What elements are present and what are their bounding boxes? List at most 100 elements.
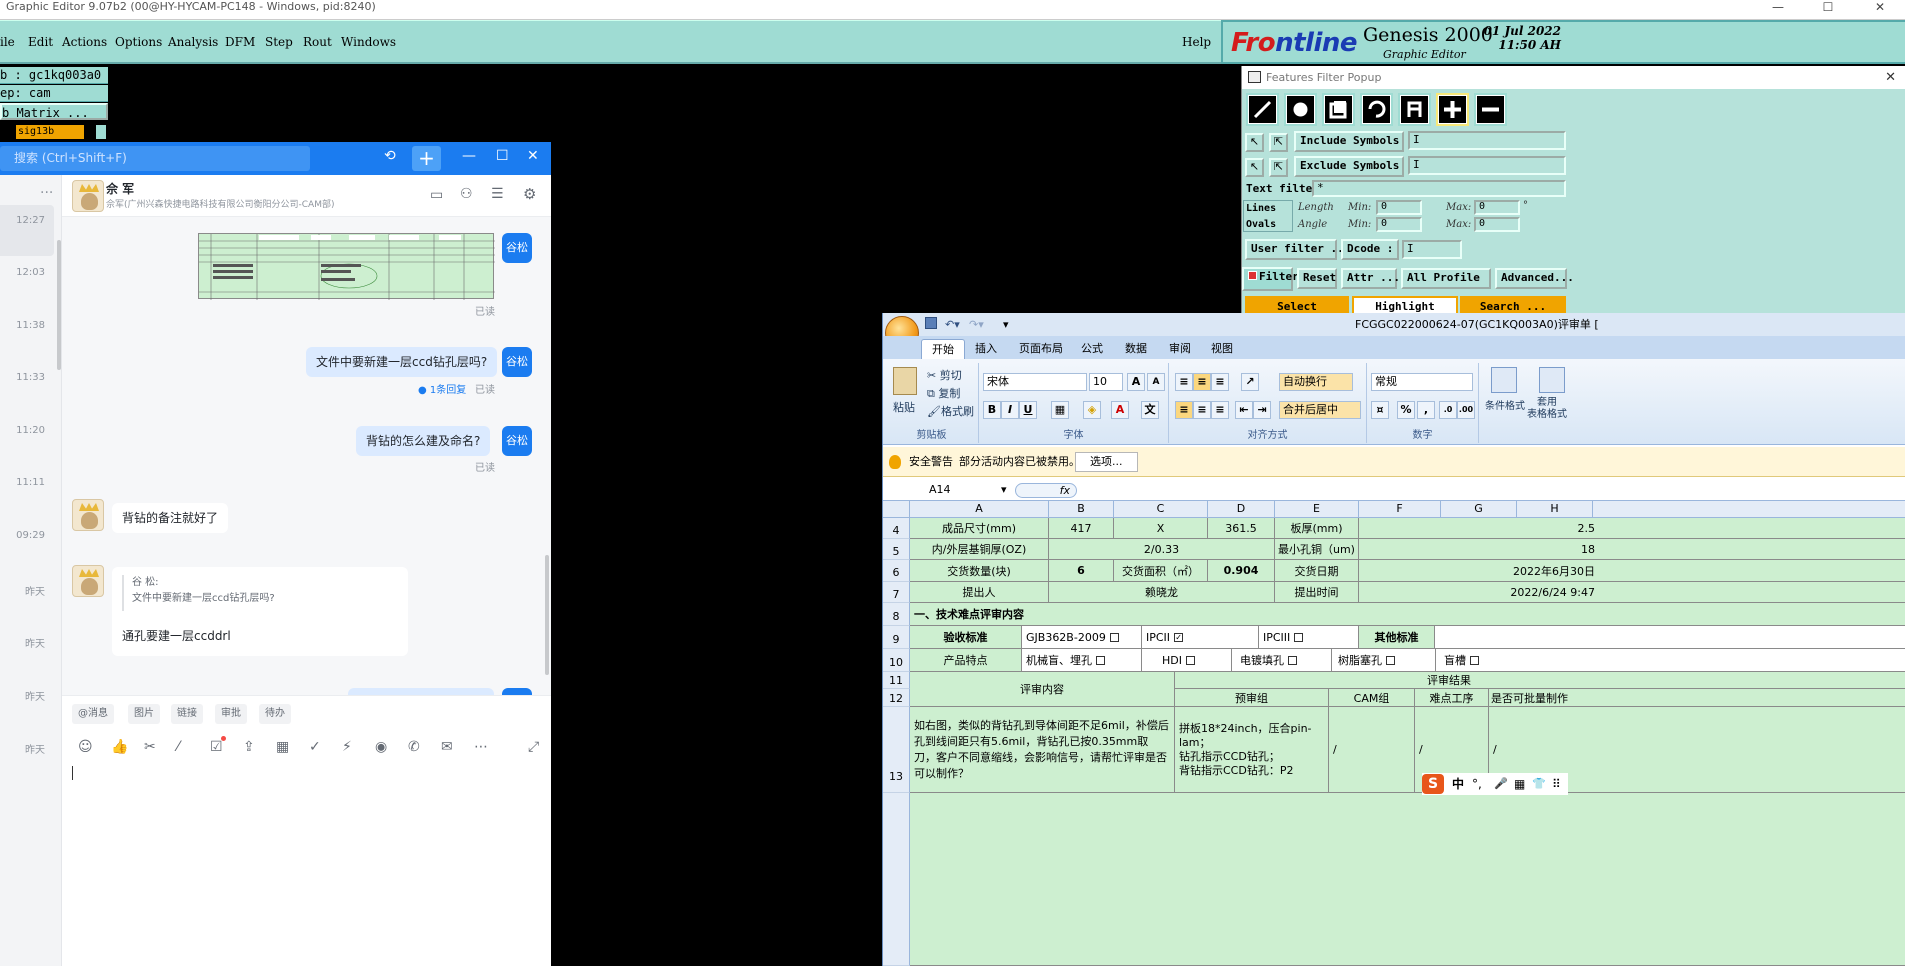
align-center-icon[interactable]: ≡ — [1193, 401, 1211, 419]
menu-actions[interactable]: Actions — [62, 35, 107, 49]
expand-icon[interactable]: ⤢ — [528, 739, 539, 755]
min-length-input[interactable]: 0 — [1376, 200, 1422, 215]
message-bubble[interactable]: 背钻的怎么建及命名? — [356, 426, 491, 456]
length-checkbox[interactable]: Length — [1298, 202, 1334, 213]
row-header[interactable]: 6 — [883, 560, 910, 582]
checkbox-cell[interactable]: 树脂塞孔 — [1332, 649, 1436, 672]
slash-command-icon[interactable]: ⁄ — [177, 739, 179, 755]
quick-tag[interactable]: 图片 — [128, 704, 160, 724]
tab-review[interactable]: 审阅 — [1159, 339, 1201, 359]
folder-icon[interactable]: ▭ — [430, 187, 443, 203]
cell[interactable]: 内/外层基铜厚(OZ) — [910, 539, 1049, 560]
section-heading-cell[interactable]: 一、技术难点评审内容 — [910, 603, 1905, 626]
cell[interactable]: 验收标准 — [910, 626, 1022, 649]
cell[interactable]: 交货日期 — [1275, 560, 1359, 582]
cell[interactable]: 预审组 — [1175, 689, 1329, 707]
minimize-button[interactable]: — — [1758, 0, 1798, 18]
cell[interactable]: 评审结果 — [1175, 672, 1905, 689]
cell[interactable]: 其他标准 — [1359, 626, 1435, 649]
cell[interactable]: 如右图，类似的背钻孔到导体间距不足6mil，补偿后孔到线间距只有5.6mil，背… — [910, 707, 1175, 793]
options-button[interactable]: 选项... — [1075, 452, 1138, 472]
text-tool-icon[interactable] — [1398, 93, 1431, 126]
tab-formulas[interactable]: 公式 — [1071, 339, 1113, 359]
quoted-message[interactable]: 谷 松: 文件中要新建一层ccd钻孔层吗? 通孔要建一层ccddrl — [112, 567, 408, 656]
line-tool-icon[interactable] — [1246, 93, 1279, 126]
tab-view[interactable]: 视图 — [1201, 339, 1243, 359]
copy-button[interactable]: ⧉ 复制 — [927, 385, 960, 401]
pad-tool-icon[interactable] — [1284, 93, 1317, 126]
cut-button[interactable]: ✂ 剪切 — [927, 367, 962, 383]
font-name-select[interactable]: 宋体 — [983, 373, 1087, 391]
list-scrollbar[interactable] — [57, 240, 61, 370]
comma-button[interactable]: , — [1417, 401, 1435, 419]
align-top-icon[interactable]: ≡ — [1175, 373, 1193, 391]
underline-button[interactable]: U — [1019, 401, 1037, 419]
quick-tag[interactable]: 链接 — [171, 704, 203, 724]
column-header[interactable]: D — [1208, 501, 1275, 518]
column-header[interactable]: A — [910, 501, 1049, 518]
filter-toggle[interactable]: Filter — [1242, 267, 1299, 291]
wrap-text-button[interactable]: 自动换行 — [1279, 373, 1353, 391]
menu-edit[interactable]: Edit — [28, 35, 53, 49]
checkbox-cell[interactable]: 电镀填孔 — [1232, 649, 1332, 672]
column-header[interactable]: H — [1517, 501, 1593, 518]
cell[interactable]: 提出人 — [910, 582, 1049, 603]
my-avatar[interactable]: 谷松 — [502, 426, 532, 456]
more-icon[interactable]: ··· — [40, 185, 53, 201]
fx-button[interactable]: fx — [1015, 483, 1077, 498]
checkbox-cell[interactable]: GJB362B-2009 — [1022, 626, 1142, 649]
align-right-icon[interactable]: ≡ — [1211, 401, 1229, 419]
menu-windows[interactable]: Windows — [341, 35, 396, 49]
task-icon[interactable]: ☑ — [210, 736, 226, 755]
exclude-arrow-icon[interactable]: ↖ — [1245, 158, 1264, 177]
include-symbols-input[interactable]: I — [1408, 131, 1566, 150]
cell[interactable]: 0.904 — [1208, 560, 1275, 582]
row-header[interactable]: 4 — [883, 518, 910, 539]
shrink-font-icon[interactable]: A — [1147, 373, 1165, 391]
avatar[interactable] — [72, 499, 104, 531]
remove-icon[interactable] — [1474, 93, 1507, 126]
cell[interactable]: 产品特点 — [910, 649, 1022, 672]
avatar[interactable] — [72, 565, 104, 597]
grow-font-icon[interactable]: A — [1127, 373, 1145, 391]
my-avatar[interactable]: 谷松 — [502, 233, 532, 263]
language-toggle[interactable]: 中 — [1452, 773, 1464, 795]
format-painter-button[interactable]: 🖌格式刷 — [927, 403, 974, 419]
cell[interactable]: 赖晓龙 — [1049, 582, 1275, 603]
ovals-checkbox[interactable]: Ovals — [1246, 219, 1276, 230]
column-header[interactable]: G — [1441, 501, 1517, 518]
sogou-logo-icon[interactable]: S — [1422, 774, 1444, 794]
row-header[interactable]: 7 — [883, 582, 910, 603]
column-header[interactable]: E — [1275, 501, 1359, 518]
message-bubble[interactable]: 背钻的备注就好了 — [112, 503, 229, 533]
row-header[interactable]: 11 — [883, 672, 910, 689]
cell[interactable]: 2/0.33 — [1049, 539, 1275, 560]
italic-button[interactable]: I — [1001, 401, 1019, 419]
lines-checkbox[interactable]: Lines — [1246, 203, 1276, 214]
fill-color-icon[interactable]: ◈ — [1083, 401, 1101, 419]
emoji-icon[interactable]: ☺ — [78, 739, 93, 755]
align-left-icon[interactable]: ≡ — [1175, 401, 1193, 419]
cell[interactable] — [910, 793, 1905, 966]
checkbox-cell[interactable]: 盲槽 — [1436, 649, 1905, 672]
font-size-select[interactable]: 10 — [1089, 373, 1123, 391]
close-button[interactable]: ✕ — [1860, 0, 1900, 18]
calendar-icon[interactable]: ▦ — [276, 739, 289, 755]
merge-center-button[interactable]: 合并后居中 — [1279, 401, 1361, 419]
layer-chip[interactable]: sig13b — [16, 125, 84, 139]
cell[interactable]: 2.5 — [1359, 518, 1905, 539]
tab-page-layout[interactable]: 页面布局 — [1009, 339, 1073, 359]
share-icon[interactable]: ⇪ — [243, 739, 255, 755]
select-all[interactable] — [883, 501, 910, 518]
orientation-icon[interactable]: ↗ — [1241, 373, 1259, 391]
advanced-button[interactable]: Advanced... — [1495, 268, 1574, 289]
cell[interactable]: 提出时间 — [1275, 582, 1359, 603]
paste-button[interactable]: 粘贴 — [893, 399, 915, 415]
menu-help[interactable]: Help — [1182, 35, 1211, 49]
decrease-indent-icon[interactable]: ⇤ — [1235, 401, 1253, 419]
number-format-select[interactable]: 常规 — [1371, 373, 1473, 391]
menu-options[interactable]: Options — [115, 35, 162, 49]
decrease-decimal-icon[interactable]: .00 — [1457, 401, 1475, 419]
name-box[interactable]: A14 — [929, 481, 951, 499]
dcode-input[interactable]: I — [1402, 240, 1462, 259]
